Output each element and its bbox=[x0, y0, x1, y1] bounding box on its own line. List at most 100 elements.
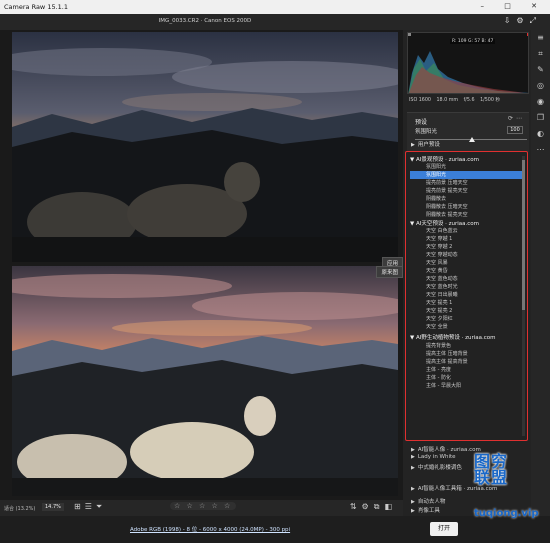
preset-list: ▼ AI景观预设 · zuriaa.com 氛围阳光 氛围阳光 提亮前景 压暗天… bbox=[405, 151, 528, 441]
window-controls[interactable]: – □ ✕ bbox=[481, 2, 546, 10]
more-icon[interactable]: ⋯ bbox=[516, 115, 525, 122]
refresh-icon[interactable]: ⟳ bbox=[508, 115, 516, 122]
preset-item[interactable]: 天空 穿越 1 bbox=[426, 235, 522, 243]
more-tools-icon[interactable]: ⋯ bbox=[531, 142, 550, 158]
save-icon[interactable]: ⇩ bbox=[504, 16, 517, 25]
histogram-rgb-readout: R: 109 G: 57 B: 47 bbox=[450, 39, 496, 44]
file-name: IMG_0033.CR2 · Canon EOS 200D bbox=[158, 18, 252, 24]
chevron-right-icon: ▶ bbox=[411, 486, 415, 492]
group-user-presets[interactable]: ▶ 用户预设 bbox=[411, 140, 440, 148]
fullscreen-icon[interactable]: ⤢ bbox=[530, 16, 542, 25]
snapshots-icon[interactable]: ❐ bbox=[531, 110, 550, 126]
crop-icon[interactable]: ⌗ bbox=[531, 46, 550, 62]
shutter-speed: 1/500 秒 bbox=[480, 98, 501, 103]
histogram: R: 109 G: 57 B: 47 bbox=[407, 32, 529, 94]
preset-item[interactable]: 阴霾散去 压暗天空 bbox=[426, 203, 522, 211]
chevron-right-icon: ▶ bbox=[411, 508, 415, 514]
group-label: 用户预设 bbox=[417, 142, 440, 148]
preset-item[interactable]: 天空 白色蓝云 bbox=[426, 227, 522, 235]
group-row[interactable]: ▶ 自动去人物 bbox=[411, 497, 445, 505]
exif-info: ISO 1600 18.0 mm f/5.6 1/500 秒 bbox=[409, 96, 529, 103]
edit-icon[interactable]: ≡ bbox=[531, 30, 550, 46]
watermark: 图穷 联盟 tuqiong.vip bbox=[474, 454, 539, 520]
open-button[interactable]: 打开 bbox=[430, 522, 458, 536]
preset-item[interactable]: 天空 黄昏 bbox=[426, 267, 522, 275]
chevron-right-icon: ▶ bbox=[411, 447, 415, 453]
group-row[interactable]: ▶ 肖像工具 bbox=[411, 506, 440, 514]
before-after-icon[interactable]: ⧉ bbox=[374, 502, 385, 511]
zoom-fit-label[interactable]: 适合 (13.2%) bbox=[4, 505, 35, 512]
before-photo bbox=[12, 32, 398, 262]
watermark-site: tuqiong.vip bbox=[474, 508, 539, 519]
preset-item[interactable]: 天空 蓝色时光 bbox=[426, 283, 522, 291]
group-row[interactable]: ▶ 中式婚礼影楼调色 bbox=[411, 463, 462, 471]
redeye-icon[interactable]: ◉ bbox=[531, 94, 550, 110]
preset-scroll-thumb[interactable] bbox=[522, 160, 525, 310]
preset-item[interactable]: 天空 提亮 2 bbox=[426, 307, 522, 315]
compare-icon[interactable]: ◧ bbox=[384, 502, 397, 511]
preset-item[interactable]: 主体 - 亮度 bbox=[426, 366, 522, 374]
preset-item[interactable]: 提亮前景 提亮天空 bbox=[426, 187, 522, 195]
focal-length: 18.0 mm bbox=[436, 98, 459, 103]
preset-item[interactable]: 阴霾散去 bbox=[426, 195, 522, 203]
watermark-line2: 联盟 bbox=[474, 468, 509, 487]
aperture: f/5.6 bbox=[463, 98, 475, 103]
preset-item[interactable]: 提亮背景色 bbox=[426, 342, 522, 350]
amount-slider-knob[interactable] bbox=[469, 137, 475, 142]
group-header[interactable]: ▼ AI天空预设 · zuriaa.com bbox=[410, 219, 479, 227]
viewer-toolbar: 适合 (13.2%) 14.7% ⊞☰⏷ ☆ ☆ ☆ ☆ ☆ ⇅⚙⧉◧ bbox=[0, 500, 403, 516]
workflow-options-link[interactable]: Adobe RGB (1998) - 8 位 - 6000 x 4000 (24… bbox=[130, 525, 290, 533]
chevron-right-icon: ▶ bbox=[411, 499, 415, 505]
presets-panel: R: 109 G: 57 B: 47 ISO 1600 18.0 mm f/5.… bbox=[403, 30, 531, 516]
preset-item[interactable]: 提高主体 压暗背景 bbox=[426, 350, 522, 358]
preset-item[interactable]: 提亮前景 压暗天空 bbox=[426, 179, 522, 187]
view-options: ⇅⚙⧉◧ bbox=[350, 502, 397, 512]
settings-icon[interactable]: ⚙ bbox=[362, 502, 374, 511]
preset-item[interactable]: 天空 日出晨曦 bbox=[426, 291, 522, 299]
preset-item[interactable]: 主体 - 防化 bbox=[426, 374, 522, 382]
preset-item[interactable]: 天空 风暴 bbox=[426, 259, 522, 267]
preset-item[interactable]: 氛围阳光 bbox=[426, 163, 522, 171]
preset-item[interactable]: 天空 全景 bbox=[426, 323, 522, 331]
settings-gear-icon[interactable]: ⚙ bbox=[516, 16, 529, 25]
status-bar: Adobe RGB (1998) - 8 位 - 6000 x 4000 (24… bbox=[0, 516, 550, 543]
group-header[interactable]: ▼ AI景观预设 · zuriaa.com bbox=[410, 155, 479, 163]
presets-icon[interactable]: ◐ bbox=[531, 126, 550, 142]
presets-title: 预设 bbox=[415, 119, 428, 126]
after-photo bbox=[12, 266, 398, 496]
presets-header-actions: ⟳⋯ bbox=[508, 115, 525, 122]
preset-item[interactable]: 提高主体 提高背景 bbox=[426, 358, 522, 366]
amount-label: 氛围阳光 bbox=[415, 129, 438, 135]
maximize-button[interactable]: □ bbox=[504, 2, 520, 10]
group-header[interactable]: ▼ AI野生动植物预设 · zuriaa.com bbox=[410, 333, 496, 341]
close-button[interactable]: ✕ bbox=[531, 2, 546, 10]
preset-item[interactable]: 天空 蓝色动态 bbox=[426, 275, 522, 283]
filter-icon[interactable]: ⏷ bbox=[96, 502, 106, 511]
sort-icon[interactable]: ☰ bbox=[85, 502, 96, 511]
chevron-right-icon: ▶ bbox=[411, 142, 415, 148]
group-row[interactable]: ▶ AI智能人像 · zuriaa.com bbox=[411, 445, 481, 453]
after-label: 原来图 bbox=[376, 266, 403, 278]
sync-icon[interactable]: ⇅ bbox=[350, 502, 362, 511]
mask-icon[interactable]: ◎ bbox=[531, 78, 550, 94]
group-row[interactable]: ▶ Lady in White bbox=[411, 454, 456, 460]
image-viewer: 应用 原来图 bbox=[0, 30, 403, 500]
minimize-button[interactable]: – bbox=[481, 2, 494, 10]
preset-item-selected[interactable]: 氛围阳光 bbox=[410, 171, 522, 179]
zoom-dropdown[interactable]: 14.7% bbox=[42, 503, 64, 511]
preset-item[interactable]: 天空 穿越动态 bbox=[426, 251, 522, 259]
preset-item[interactable]: 主体 - 早晨大阳 bbox=[426, 382, 522, 390]
preset-item[interactable]: 阴霾散去 提亮天空 bbox=[426, 211, 522, 219]
chevron-right-icon: ▶ bbox=[411, 465, 415, 471]
grid-icon[interactable]: ⊞ bbox=[74, 502, 85, 511]
iso-value: ISO 1600 bbox=[409, 98, 431, 103]
heal-icon[interactable]: ✎ bbox=[531, 62, 550, 78]
preset-item[interactable]: 天空 提亮 1 bbox=[426, 299, 522, 307]
chevron-right-icon: ▶ bbox=[411, 454, 415, 460]
star-rating[interactable]: ☆ ☆ ☆ ☆ ☆ bbox=[170, 502, 237, 510]
amount-input[interactable]: 100 bbox=[507, 126, 523, 134]
preset-item[interactable]: 天空 穿越 2 bbox=[426, 243, 522, 251]
preset-item[interactable]: 天空 夕阳红 bbox=[426, 315, 522, 323]
window-titlebar: Camera Raw 15.1.1 – □ ✕ bbox=[0, 0, 550, 14]
file-actions: ⇩⚙⤢ bbox=[504, 16, 542, 26]
